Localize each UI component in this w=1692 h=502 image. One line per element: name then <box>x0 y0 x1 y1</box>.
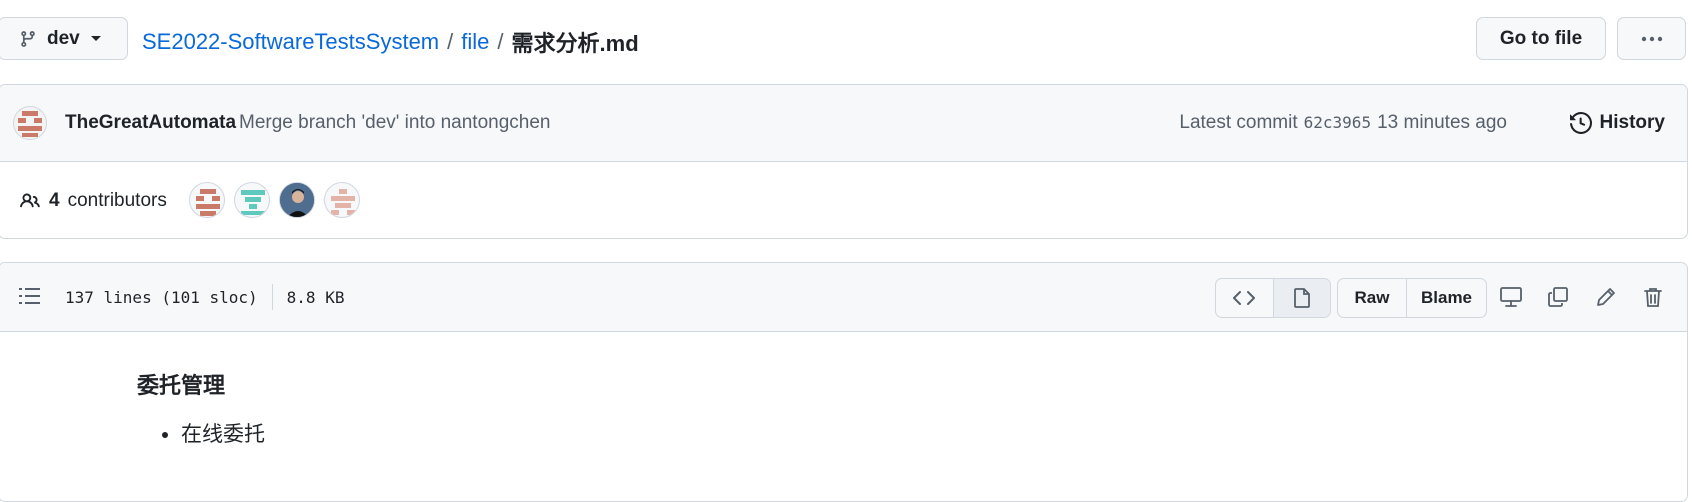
file-viewer: 137 lines (101 sloc) 8.8 KB Raw Blame 委托… <box>0 262 1688 502</box>
code-view-button[interactable] <box>1216 279 1273 317</box>
list-unordered-icon <box>19 288 40 304</box>
latest-commit-label: Latest commit <box>1179 112 1298 133</box>
raw-blame-group: Raw Blame <box>1337 278 1487 318</box>
contributors-count: 4 <box>49 189 60 211</box>
commit-message-link[interactable]: Merge branch 'dev' into nantongchen <box>239 112 550 134</box>
copy-icon <box>1548 287 1568 307</box>
file-info: 137 lines (101 sloc) 8.8 KB <box>65 284 344 310</box>
contributor-avatar[interactable] <box>279 182 315 218</box>
breadcrumb: SE2022-SoftwareTestsSystem / file / 需求分析… <box>142 26 639 58</box>
commit-meta: Latest commit 62c3965 13 minutes ago <box>1179 112 1507 134</box>
author-avatar[interactable] <box>13 106 47 146</box>
contributor-avatar[interactable] <box>234 182 270 218</box>
file-header: 137 lines (101 sloc) 8.8 KB Raw Blame <box>0 263 1687 332</box>
delete-file-button[interactable] <box>1643 286 1663 313</box>
git-branch-icon <box>21 30 35 47</box>
view-mode-toggle <box>1215 278 1331 318</box>
kebab-horizontal-icon <box>1641 36 1662 41</box>
go-to-file-button[interactable]: Go to file <box>1476 17 1606 60</box>
copy-raw-button[interactable] <box>1547 286 1569 313</box>
breadcrumb-separator: / <box>447 29 454 54</box>
file-line-count: 137 lines (101 sloc) <box>65 287 258 307</box>
outline-toggle-button[interactable] <box>19 286 41 311</box>
code-icon <box>1233 291 1256 305</box>
commit-sha-link[interactable]: 62c3965 <box>1304 113 1371 132</box>
history-link[interactable]: History <box>1569 112 1665 134</box>
history-icon <box>1569 112 1592 134</box>
list-item: 在线委托 <box>181 418 265 448</box>
rendered-view-button[interactable] <box>1272 279 1330 317</box>
divider <box>271 284 273 310</box>
contributors-row: 4 contributors <box>0 162 1687 238</box>
trash-icon <box>1644 288 1662 307</box>
breadcrumb-repo-link[interactable]: SE2022-SoftwareTestsSystem <box>142 29 439 55</box>
more-options-button[interactable] <box>1617 17 1686 60</box>
contributors-label: contributors <box>67 189 167 211</box>
contributors-link[interactable]: 4 contributors <box>19 190 167 212</box>
pencil-icon <box>1597 288 1615 306</box>
commit-box: TheGreatAutomata Merge branch 'dev' into… <box>0 84 1688 239</box>
branch-selector-button[interactable]: dev <box>0 17 128 60</box>
contributor-avatar[interactable] <box>189 182 225 218</box>
commit-time: 13 minutes ago <box>1377 112 1507 133</box>
file-icon <box>1293 288 1310 308</box>
breadcrumb-separator: / <box>497 29 504 54</box>
commit-author-link[interactable]: TheGreatAutomata <box>65 112 236 134</box>
breadcrumb-current-file: 需求分析.md <box>511 31 639 56</box>
caret-down-icon <box>90 35 101 41</box>
markdown-heading: 委托管理 <box>137 373 226 398</box>
markdown-list: 在线委托 <box>137 418 265 448</box>
contributor-avatar[interactable] <box>324 182 360 218</box>
branch-name: dev <box>47 27 80 49</box>
open-desktop-button[interactable] <box>1499 286 1523 313</box>
edit-file-button[interactable] <box>1595 286 1617 313</box>
contributor-avatars <box>189 182 360 218</box>
breadcrumb-folder-link[interactable]: file <box>461 29 489 55</box>
blame-button[interactable]: Blame <box>1407 279 1486 317</box>
latest-commit-row: TheGreatAutomata Merge branch 'dev' into… <box>0 85 1687 162</box>
raw-button[interactable]: Raw <box>1338 279 1407 317</box>
desktop-icon <box>1500 287 1522 307</box>
history-label: History <box>1599 112 1665 133</box>
file-size: 8.8 KB <box>286 287 345 307</box>
markdown-body: 委托管理 在线委托 <box>137 368 265 448</box>
people-icon <box>20 192 40 207</box>
